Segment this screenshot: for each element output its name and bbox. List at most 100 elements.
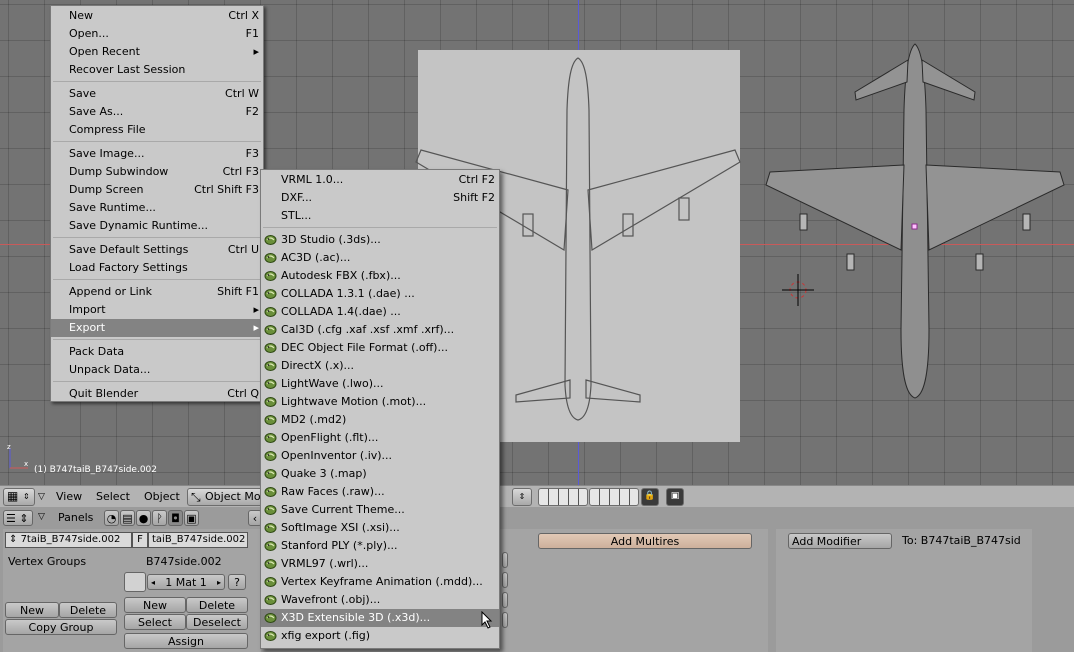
lock-icon[interactable]: 🔒 xyxy=(641,488,659,506)
export-openinventor[interactable]: OpenInventor (.iv)... xyxy=(261,447,499,465)
python-script-icon xyxy=(264,270,277,282)
export-collada-131[interactable]: COLLADA 1.3.1 (.dae) ... xyxy=(261,285,499,303)
menu-item-quit-blender[interactable]: Quit Blender Ctrl Q xyxy=(51,385,263,403)
export-stanford-ply[interactable]: Stanford PLY (*.ply)... xyxy=(261,537,499,555)
export-vrml97[interactable]: VRML97 (.wrl)... xyxy=(261,555,499,573)
menu-item-save-default-settings[interactable]: Save Default Settings Ctrl U xyxy=(51,241,263,259)
help-button[interactable]: ? xyxy=(228,574,246,590)
arrow-right-icon: ▸ xyxy=(216,578,221,587)
menu-item-recover-last-session[interactable]: Recover Last Session xyxy=(51,61,263,79)
panels-menu[interactable]: Panels xyxy=(58,511,93,524)
menu-item-open[interactable]: Open... F1 xyxy=(51,25,263,43)
panel-edge-button[interactable] xyxy=(502,592,508,608)
menu-item-save-dynamic-runtime[interactable]: Save Dynamic Runtime... xyxy=(51,217,263,235)
export-3ds[interactable]: 3D Studio (.3ds)... xyxy=(261,231,499,249)
export-save-current-theme[interactable]: Save Current Theme... xyxy=(261,501,499,519)
menu-item-dump-subwindow[interactable]: Dump Subwindow Ctrl F3 xyxy=(51,163,263,181)
material-select-button[interactable]: Select xyxy=(124,614,186,630)
export-collada-14[interactable]: COLLADA 1.4(.dae) ... xyxy=(261,303,499,321)
panel-edge-button[interactable] xyxy=(502,572,508,588)
python-script-icon xyxy=(264,396,277,408)
layer-updown-icon[interactable]: ⇕ xyxy=(512,488,532,506)
editing-icon[interactable]: ◘ xyxy=(168,510,183,526)
export-cal3d[interactable]: Cal3D (.cfg .xaf .xsf .xmf .xrf)... xyxy=(261,321,499,339)
export-dxf[interactable]: DXF... Shift F2 xyxy=(261,189,499,207)
python-script-icon xyxy=(264,576,277,588)
menu-item-import[interactable]: Import ▸ xyxy=(51,301,263,319)
mesh-airplane xyxy=(765,43,1065,399)
export-softimage-xsi[interactable]: SoftImage XSI (.xsi)... xyxy=(261,519,499,537)
export-openflight[interactable]: OpenFlight (.flt)... xyxy=(261,429,499,447)
menu-item-compress-file[interactable]: Compress File xyxy=(51,121,263,139)
material-color-swatch[interactable] xyxy=(124,572,146,592)
object-name-field[interactable]: ⇕ 7taiB_B747side.002 xyxy=(5,532,132,548)
material-new-button[interactable]: New xyxy=(124,597,186,613)
python-script-icon xyxy=(264,342,277,354)
menu-item-pack-data[interactable]: Pack Data xyxy=(51,343,263,361)
export-fbx[interactable]: Autodesk FBX (.fbx)... xyxy=(261,267,499,285)
menu-item-save-as[interactable]: Save As... F2 xyxy=(51,103,263,121)
object-menu[interactable]: Object xyxy=(144,489,180,505)
export-x3d[interactable]: X3D Extensible 3D (.x3d)... xyxy=(261,609,499,629)
export-vrml1[interactable]: VRML 1.0... Ctrl F2 xyxy=(261,171,499,189)
modifier-target-label: To: B747taiB_B747sid xyxy=(902,534,1021,547)
shading-icon[interactable]: ● xyxy=(136,510,151,526)
material-deselect-button[interactable]: Deselect xyxy=(186,614,248,630)
object-icon[interactable]: ᚹ xyxy=(152,510,167,526)
editor-type-button[interactable]: ▦ ⇕ xyxy=(3,488,35,506)
export-lightwave-motion[interactable]: Lightwave Motion (.mot)... xyxy=(261,393,499,411)
python-script-icon xyxy=(264,252,277,264)
select-menu[interactable]: Select xyxy=(96,489,130,505)
menu-item-save-runtime[interactable]: Save Runtime... xyxy=(51,199,263,217)
script-icon[interactable]: ▤ xyxy=(120,510,135,526)
menu-separator xyxy=(53,81,261,82)
logic-icon[interactable]: ◔ xyxy=(104,510,119,526)
copy-group-button[interactable]: Copy Group xyxy=(5,619,117,635)
menu-item-unpack-data[interactable]: Unpack Data... xyxy=(51,361,263,379)
material-delete-button[interactable]: Delete xyxy=(186,597,248,613)
collapse-triangle-icon[interactable]: ▽ xyxy=(38,489,45,505)
add-multires-button[interactable]: Add Multires xyxy=(538,533,752,549)
menu-item-dump-screen[interactable]: Dump Screen Ctrl Shift F3 xyxy=(51,181,263,199)
panel-edge-button[interactable] xyxy=(502,552,508,568)
export-wavefront-obj[interactable]: Wavefront (.obj)... xyxy=(261,591,499,609)
panel-edge-button[interactable] xyxy=(502,612,508,628)
export-off[interactable]: DEC Object File Format (.off)... xyxy=(261,339,499,357)
mode-selector[interactable]: ⤡ Object Mo xyxy=(187,488,264,506)
export-quake3[interactable]: Quake 3 (.map) xyxy=(261,465,499,483)
new-vertex-group-button[interactable]: New xyxy=(5,602,59,618)
export-raw-faces[interactable]: Raw Faces (.raw)... xyxy=(261,483,499,501)
fake-user-button[interactable]: F xyxy=(132,532,148,548)
material-index-field[interactable]: ◂ 1 Mat 1 ▸ xyxy=(147,574,225,590)
python-script-icon xyxy=(264,504,277,516)
delete-vertex-group-button[interactable]: Delete xyxy=(59,602,117,618)
menu-item-export[interactable]: Export ▸ xyxy=(51,319,263,337)
collapse-triangle-icon[interactable]: ▽ xyxy=(38,512,45,522)
export-lightwave[interactable]: LightWave (.lwo)... xyxy=(261,375,499,393)
export-mdd[interactable]: Vertex Keyframe Animation (.mdd)... xyxy=(261,573,499,591)
menu-item-load-factory-settings[interactable]: Load Factory Settings xyxy=(51,259,263,277)
mesh-name-field[interactable]: taiB_B747side.002 xyxy=(148,532,248,548)
view-menu[interactable]: View xyxy=(56,489,82,505)
menu-item-save-image[interactable]: Save Image... F3 xyxy=(51,145,263,163)
assign-button[interactable]: Assign xyxy=(124,633,248,649)
scene-icon[interactable]: ▣ xyxy=(184,510,199,526)
export-xfig[interactable]: xfig export (.fig) xyxy=(261,627,499,645)
export-md2[interactable]: MD2 (.md2) xyxy=(261,411,499,429)
menu-item-save[interactable]: Save Ctrl W xyxy=(51,85,263,103)
python-script-icon xyxy=(264,486,277,498)
render-icon[interactable]: ▣ xyxy=(666,488,684,506)
layer-buttons-1[interactable] xyxy=(538,488,588,506)
export-ac3d[interactable]: AC3D (.ac)... xyxy=(261,249,499,267)
export-stl[interactable]: STL... xyxy=(261,207,499,225)
add-modifier-button[interactable]: Add Modifier xyxy=(788,533,892,549)
menu-item-new[interactable]: New Ctrl X xyxy=(51,7,263,25)
layer-buttons-2[interactable] xyxy=(589,488,639,506)
export-directx[interactable]: DirectX (.x)... xyxy=(261,357,499,375)
vertex-groups-label: Vertex Groups xyxy=(8,555,87,568)
menu-item-append-or-link[interactable]: Append or Link Shift F1 xyxy=(51,283,263,301)
python-script-icon xyxy=(264,522,277,534)
menu-item-open-recent[interactable]: Open Recent ▸ xyxy=(51,43,263,61)
python-script-icon xyxy=(264,540,277,552)
buttons-editor-type[interactable]: ☰ ⇕ xyxy=(3,510,33,526)
